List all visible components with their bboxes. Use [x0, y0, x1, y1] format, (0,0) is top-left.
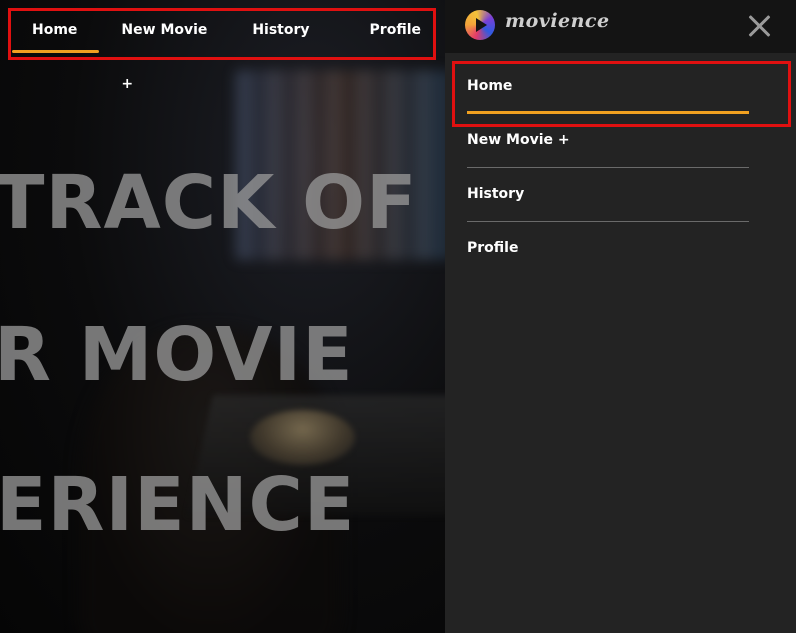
hero-headline-line-3: ERIENCE: [0, 462, 356, 548]
drawer-item-label: Profile: [467, 240, 519, 256]
drawer-menu: Home New Movie + History Profile: [467, 60, 749, 275]
nav-item-history[interactable]: History: [242, 3, 319, 57]
side-drawer: movience Home New Movie + History Profil…: [445, 0, 796, 633]
logo-text: movience: [505, 10, 610, 32]
drawer-item-profile[interactable]: Profile: [467, 222, 749, 275]
logo-play-icon: [465, 10, 495, 40]
drawer-item-label: New Movie +: [467, 132, 570, 148]
hero-section: TRACK OF R MOVIE ERIENCE: [0, 0, 445, 633]
nav-item-new-movie[interactable]: New Movie +: [111, 3, 220, 92]
drawer-item-label: Home: [467, 78, 513, 94]
drawer-item-new-movie[interactable]: New Movie +: [467, 114, 749, 168]
popcorn-bowl-background: [250, 410, 355, 465]
hero-headline-line-1: TRACK OF: [0, 160, 418, 246]
drawer-item-label: History: [467, 186, 525, 202]
top-navigation: Home New Movie + History Profile: [0, 0, 445, 92]
nav-item-profile[interactable]: Profile: [360, 3, 431, 57]
hero-headline-line-2: R MOVIE: [0, 312, 354, 398]
nav-item-home[interactable]: Home: [11, 3, 100, 57]
drawer-header: movience: [445, 0, 796, 53]
close-icon[interactable]: [745, 12, 773, 40]
drawer-item-home[interactable]: Home: [467, 60, 749, 114]
drawer-item-history[interactable]: History: [467, 168, 749, 222]
